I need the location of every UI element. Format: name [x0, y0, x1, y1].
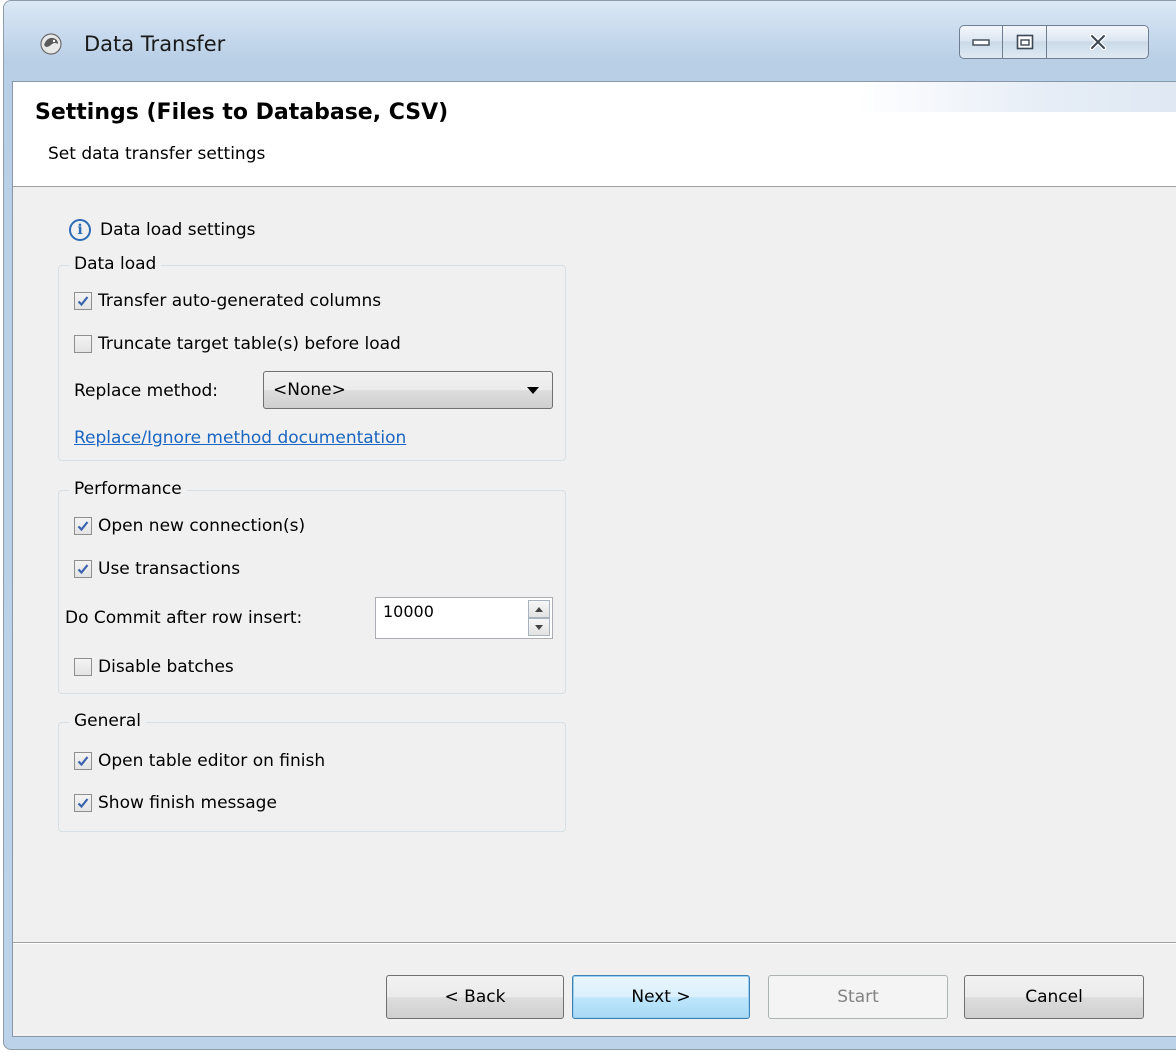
dropdown-arrow-icon — [527, 387, 539, 394]
commit-after-label: Do Commit after row insert: — [65, 608, 303, 628]
dialog-client-area: Settings (Files to Database, CSV) Set da… — [12, 81, 1176, 1037]
window-title: Data Transfer — [84, 32, 226, 56]
commit-row-count-value[interactable]: 10000 — [383, 602, 434, 621]
commit-row-count-spinner[interactable]: 10000 — [375, 597, 553, 639]
cancel-button[interactable]: Cancel — [964, 975, 1144, 1019]
replace-ignore-doc-link[interactable]: Replace/Ignore method documentation — [74, 428, 406, 448]
checkbox-box[interactable] — [74, 658, 92, 676]
replace-method-select[interactable]: <None> — [263, 371, 553, 409]
checkbox-disable-batches[interactable]: Disable batches — [74, 657, 234, 677]
checkbox-box[interactable] — [74, 517, 92, 535]
data-transfer-window: Data Transfer Settings (Files to Databas… — [3, 0, 1176, 1050]
group-legend-data-load: Data load — [69, 254, 162, 274]
checkbox-label: Open new connection(s) — [98, 516, 306, 536]
group-legend-general: General — [69, 711, 146, 731]
spinner-buttons — [528, 600, 550, 636]
group-legend-performance: Performance — [69, 479, 187, 499]
checkbox-label: Use transactions — [98, 559, 241, 579]
arrow-down-icon — [535, 624, 543, 630]
checkbox-box[interactable] — [74, 292, 92, 310]
next-button[interactable]: Next > — [572, 975, 750, 1019]
replace-method-value: <None> — [273, 380, 346, 400]
checkbox-box[interactable] — [74, 752, 92, 770]
back-button[interactable]: < Back — [386, 975, 564, 1019]
checkbox-open-new-connections[interactable]: Open new connection(s) — [74, 516, 305, 536]
checkmark-icon — [77, 296, 89, 307]
checkbox-box[interactable] — [74, 794, 92, 812]
info-icon: i — [69, 219, 91, 241]
checkbox-box[interactable] — [74, 335, 92, 353]
maximize-icon — [1016, 34, 1033, 50]
checkbox-use-transactions[interactable]: Use transactions — [74, 559, 240, 579]
checkmark-icon — [77, 798, 89, 809]
checkbox-label: Disable batches — [98, 657, 234, 677]
checkbox-label: Truncate target table(s) before load — [98, 334, 401, 354]
group-performance: Performance Open new connection(s) Use t… — [58, 479, 566, 694]
checkbox-truncate-target[interactable]: Truncate target table(s) before load — [74, 334, 401, 354]
spinner-up-button[interactable] — [528, 600, 550, 618]
info-text: Data load settings — [100, 220, 256, 240]
close-icon — [1089, 34, 1106, 50]
checkbox-transfer-auto-generated[interactable]: Transfer auto-generated columns — [74, 291, 381, 311]
replace-method-label: Replace method: — [74, 381, 219, 401]
maximize-button[interactable] — [1003, 25, 1047, 59]
banner-decoration — [856, 82, 1176, 112]
checkbox-label: Open table editor on finish — [98, 751, 326, 771]
minimize-icon — [972, 39, 990, 46]
checkmark-icon — [77, 756, 89, 767]
header-banner: Settings (Files to Database, CSV) Set da… — [13, 82, 1176, 187]
title-bar[interactable]: Data Transfer — [4, 1, 1176, 81]
group-data-load: Data load Transfer auto-generated column… — [58, 254, 566, 461]
close-button[interactable] — [1047, 25, 1149, 59]
page-title: Settings (Files to Database, CSV) — [35, 100, 449, 125]
spinner-down-button[interactable] — [528, 618, 550, 636]
checkbox-label: Show finish message — [98, 793, 277, 813]
page-subtitle: Set data transfer settings — [48, 144, 266, 164]
minimize-button[interactable] — [959, 25, 1003, 59]
checkbox-label: Transfer auto-generated columns — [98, 291, 382, 311]
app-beaver-icon — [40, 33, 62, 55]
start-button[interactable]: Start — [768, 975, 948, 1019]
checkmark-icon — [77, 564, 89, 575]
checkbox-box[interactable] — [74, 560, 92, 578]
arrow-up-icon — [535, 606, 543, 612]
window-controls — [959, 25, 1149, 61]
checkbox-show-finish-message[interactable]: Show finish message — [74, 793, 277, 813]
info-line: i Data load settings — [69, 219, 256, 241]
checkbox-open-table-editor[interactable]: Open table editor on finish — [74, 751, 325, 771]
footer-separator — [13, 942, 1176, 944]
checkmark-icon — [77, 521, 89, 532]
group-general: General Open table editor on finish Show… — [58, 711, 566, 832]
